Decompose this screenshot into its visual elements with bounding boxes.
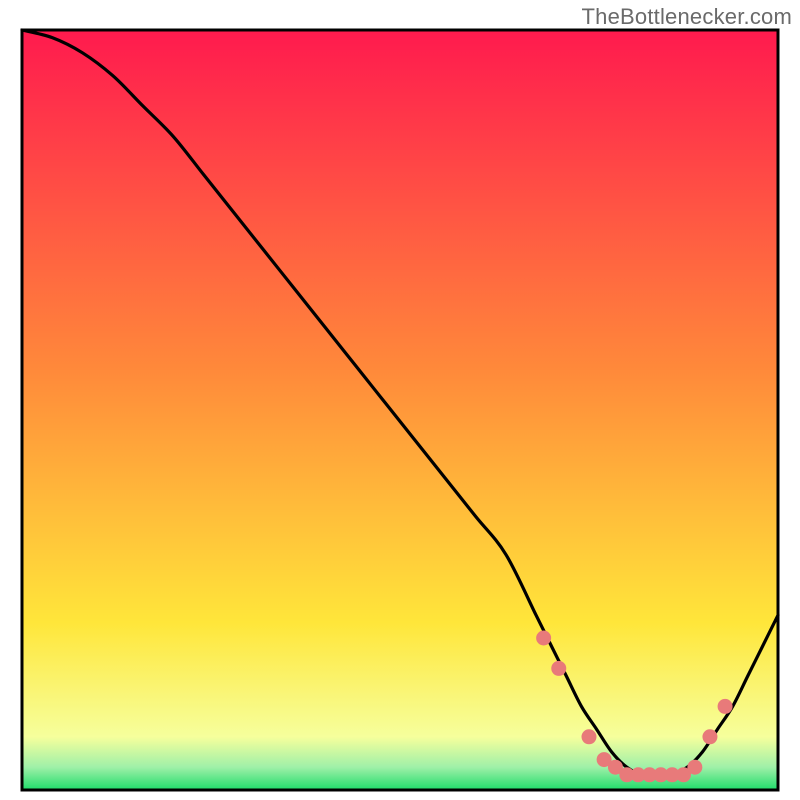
plot-area <box>22 30 778 790</box>
marker-dot <box>582 729 597 744</box>
attribution-label: TheBottlenecker.com <box>582 4 792 30</box>
marker-dot <box>687 760 702 775</box>
marker-dot <box>551 661 566 676</box>
gradient-background <box>22 30 778 790</box>
marker-dot <box>718 699 733 714</box>
bottleneck-chart <box>0 0 800 800</box>
chart-container: TheBottlenecker.com <box>0 0 800 800</box>
marker-dot <box>702 729 717 744</box>
marker-dot <box>536 631 551 646</box>
